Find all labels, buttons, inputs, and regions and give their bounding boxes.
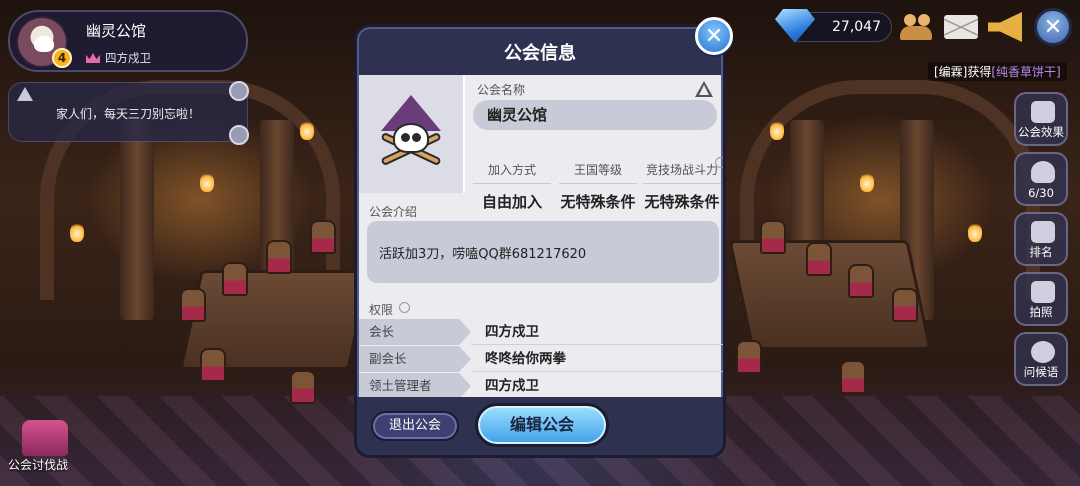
guild-effects-button[interactable]: 公会效果 xyxy=(1014,92,1068,146)
side-button-label: 6/30 xyxy=(1028,186,1054,200)
notice-text: 家人们，每天三刀别忘啦！ xyxy=(55,107,200,121)
gem-balance[interactable]: 27,047 xyxy=(775,9,892,43)
role-holder: 四方戍卫 xyxy=(485,324,539,340)
guild-leader-name: 四方戍卫 xyxy=(105,51,151,65)
loot-prefix: [编霖]获得 xyxy=(934,65,992,79)
side-button-label: 拍照 xyxy=(1029,305,1053,319)
close-icon: ✕ xyxy=(704,23,724,49)
members-button[interactable]: 6/30 xyxy=(1014,152,1068,206)
join-method: 加入方式 自由加入 xyxy=(473,161,551,212)
friends-icon[interactable] xyxy=(900,12,934,42)
edit-guild-button[interactable]: 编辑公会 xyxy=(475,403,609,447)
role-holder: 咚咚给你两拳 xyxy=(485,351,566,367)
guild-name-label: 公会名称 xyxy=(477,83,526,97)
permissions-label: 权限 xyxy=(369,303,394,317)
exit-button[interactable]: ✕ xyxy=(1034,8,1072,46)
loot-item: [纯香草饼干] xyxy=(991,65,1061,79)
guild-notice: 家人们，每天三刀别忘啦！ xyxy=(8,81,249,145)
guild-leader: 四方戍卫 xyxy=(86,50,151,66)
edit-pencil-icon[interactable] xyxy=(229,81,249,101)
greeting-button[interactable]: 问候语 xyxy=(1014,332,1068,386)
person-icon xyxy=(1031,161,1055,183)
arena-power: 竞技场战斗力 无特殊条件 xyxy=(643,161,721,212)
permission-row: 会长 四方戍卫 xyxy=(359,319,723,345)
intro-label: 公会介绍 xyxy=(369,205,418,219)
kingdom-level-label: 王国等级 xyxy=(559,161,637,184)
warning-icon xyxy=(17,87,33,101)
gem-count: 27,047 xyxy=(832,19,881,35)
chat-bubble-icon xyxy=(1031,341,1055,363)
building-icon xyxy=(1031,221,1055,243)
guild-emblem-panel xyxy=(359,75,465,193)
camera-icon xyxy=(1031,281,1055,303)
kingdom-level: 王国等级 无特殊条件 xyxy=(559,161,637,212)
guild-name-field: 幽灵公馆 xyxy=(473,100,717,130)
permission-row: 领土管理者 四方戍卫 xyxy=(359,373,723,399)
guild-info-modal: 公会信息 公会名称 幽灵公馆 加入方式 自由加入 王国等级 无特殊条件 竞技场战… xyxy=(354,24,726,458)
report-icon[interactable] xyxy=(695,81,713,97)
arena-power-value: 无特殊条件 xyxy=(644,193,720,211)
mail-icon[interactable] xyxy=(944,15,978,39)
info-icon[interactable] xyxy=(399,302,410,313)
loot-notification: [编霖]获得[纯香草饼干] xyxy=(928,62,1067,81)
crown-icon xyxy=(86,53,100,63)
guild-war-icon[interactable] xyxy=(22,420,68,456)
modal-footer: 退出公会 编辑公会 xyxy=(357,397,723,455)
kingdom-level-value: 无特殊条件 xyxy=(560,193,636,211)
role-label: 会长 xyxy=(359,319,471,345)
join-method-label: 加入方式 xyxy=(473,161,551,184)
ranking-button[interactable]: 排名 xyxy=(1014,212,1068,266)
side-button-label: 公会效果 xyxy=(1018,125,1064,139)
side-button-label: 排名 xyxy=(1029,245,1053,259)
search-icon[interactable] xyxy=(229,125,249,145)
witch-skull-emblem-icon xyxy=(375,95,447,167)
role-label: 副会长 xyxy=(359,346,471,372)
close-icon: ✕ xyxy=(1043,14,1063,40)
modal-close-button[interactable]: ✕ xyxy=(695,17,733,55)
modal-body: 公会名称 幽灵公馆 加入方式 自由加入 王国等级 无特殊条件 竞技场战斗力 无特… xyxy=(359,75,723,399)
guild-card[interactable]: 4 幽灵公馆 四方戍卫 xyxy=(8,10,248,72)
arena-power-label: 竞技场战斗力 xyxy=(643,161,721,184)
info-icon[interactable] xyxy=(715,157,723,168)
house-arrow-icon xyxy=(1031,101,1055,123)
role-holder: 四方戍卫 xyxy=(485,378,539,394)
leave-guild-button[interactable]: 退出公会 xyxy=(371,411,459,441)
guild-name: 幽灵公馆 xyxy=(86,22,147,40)
permission-row: 副会长 咚咚给你两拳 xyxy=(359,346,723,372)
intro-text: 活跃加3刀，唠嗑QQ群681217620 xyxy=(367,221,719,283)
guild-war-label[interactable]: 公会讨伐战 xyxy=(8,456,68,473)
guild-level-badge: 4 xyxy=(52,48,72,68)
role-label: 领土管理者 xyxy=(359,373,471,399)
photo-button[interactable]: 拍照 xyxy=(1014,272,1068,326)
modal-title: 公会信息 xyxy=(504,43,576,64)
join-method-value: 自由加入 xyxy=(481,193,542,211)
side-button-label: 问候语 xyxy=(1023,365,1059,379)
